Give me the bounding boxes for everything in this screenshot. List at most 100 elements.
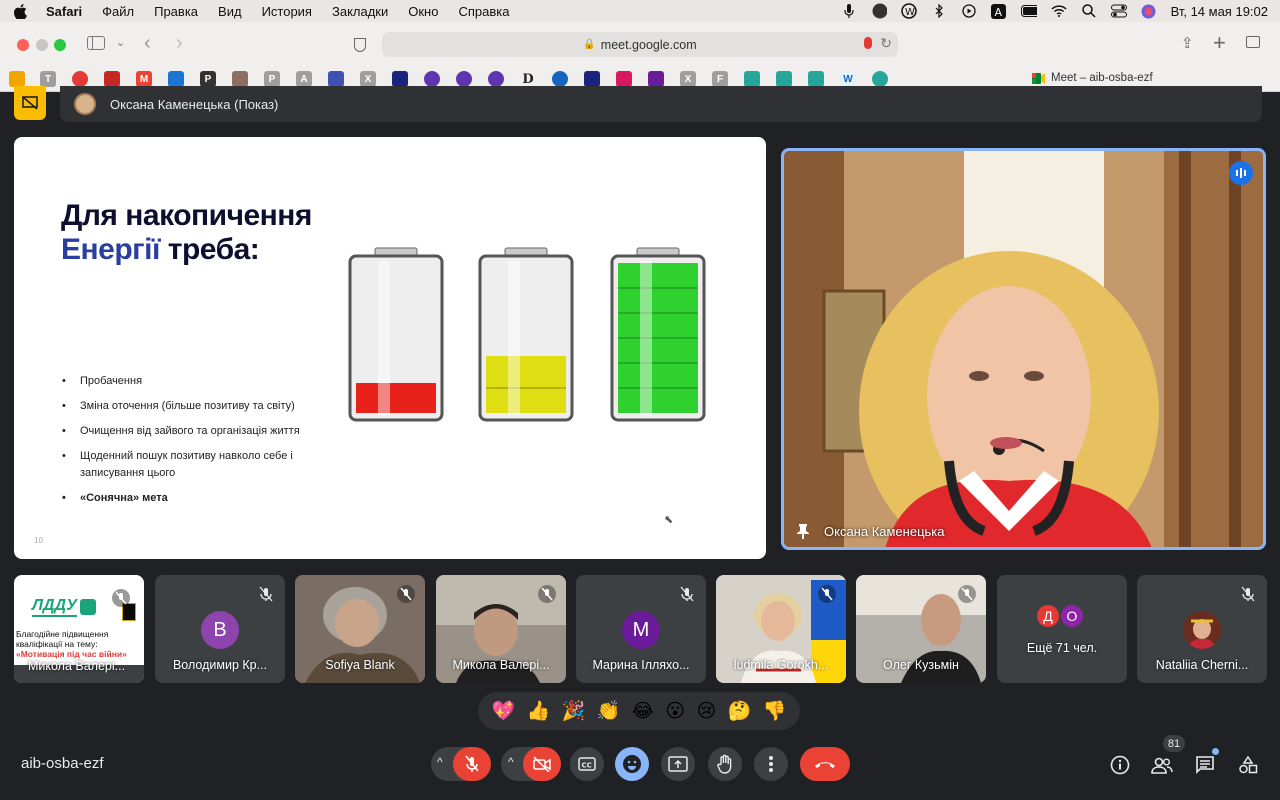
zoom-window-button[interactable]	[54, 39, 66, 51]
bookmark-icon[interactable]	[424, 71, 440, 87]
mic-toggle-button[interactable]	[453, 747, 491, 781]
datetime[interactable]: Вт, 14 мая 19:02	[1171, 4, 1268, 19]
participant-tile[interactable]: Nataliia Cherni...	[1137, 575, 1267, 683]
pin-icon[interactable]	[796, 523, 810, 539]
new-tab-icon[interactable]: +	[1213, 30, 1226, 56]
participant-tile[interactable]: М Марина Ілляхо...	[576, 575, 706, 683]
bookmark-icon[interactable]: D	[520, 71, 536, 87]
bookmark-icon[interactable]	[808, 71, 824, 87]
battery-icon[interactable]	[1020, 4, 1037, 18]
bluetooth-icon[interactable]	[931, 4, 947, 18]
bookmark-icon[interactable]: X	[360, 71, 376, 87]
sad-reaction-button[interactable]: 😢	[696, 700, 716, 723]
instagram-bookmark-icon[interactable]	[616, 71, 632, 87]
presentation-icon[interactable]	[14, 86, 46, 120]
chat-button[interactable]	[1192, 748, 1219, 778]
laughing-reaction-button[interactable]: 😂	[632, 700, 654, 723]
play-circle-icon[interactable]	[961, 4, 977, 18]
people-button[interactable]	[1149, 752, 1175, 778]
menu-window[interactable]: Окно	[408, 4, 438, 19]
sparkling-heart-reaction-button[interactable]: 💖	[492, 699, 516, 723]
control-center-icon[interactable]	[1110, 4, 1127, 18]
notification-badge-icon[interactable]	[871, 3, 887, 19]
reactions-button[interactable]	[615, 747, 649, 781]
more-participants-tile[interactable]: Д О Ещё 71 чел.	[997, 575, 1127, 683]
privacy-shield-icon[interactable]	[354, 38, 366, 52]
bookmark-icon[interactable]	[9, 71, 25, 87]
raise-hand-button[interactable]	[708, 747, 742, 781]
bookmark-icon[interactable]: P	[264, 71, 280, 87]
bookmark-icon[interactable]: F	[712, 71, 728, 87]
camera-toggle-button[interactable]	[523, 747, 561, 781]
forward-icon[interactable]: ›	[176, 32, 183, 55]
siri-icon[interactable]	[1141, 4, 1157, 18]
tab-meet[interactable]: Meet – aib-osba-ezf	[1032, 72, 1153, 84]
search-icon[interactable]	[1081, 4, 1097, 18]
participant-tile[interactable]: ludmila Gorokh...	[716, 575, 846, 683]
bookmark-icon[interactable]	[488, 71, 504, 87]
bookmark-icon[interactable]	[648, 71, 664, 87]
bookmark-icon[interactable]	[328, 71, 344, 87]
bookmark-icon[interactable]	[872, 71, 888, 87]
menu-file[interactable]: Файл	[102, 4, 134, 19]
participant-tile[interactable]: Микола Валері...	[436, 575, 566, 683]
meeting-details-button[interactable]	[1107, 752, 1133, 778]
participant-tile[interactable]: Sofiya Blank	[295, 575, 425, 683]
gmail-bookmark-icon[interactable]: M	[136, 71, 152, 87]
menu-view[interactable]: Вид	[218, 4, 242, 19]
camera-options-chevron-icon[interactable]: ^	[508, 755, 514, 769]
bookmark-icon[interactable]	[104, 71, 120, 87]
bookmark-icon[interactable]	[72, 71, 88, 87]
sidebar-toggle-icon[interactable]	[87, 36, 105, 50]
speaker-video-tile[interactable]: Оксана Каменецька	[781, 148, 1266, 550]
menu-help[interactable]: Справка	[458, 4, 509, 19]
minimize-window-button[interactable]	[36, 39, 48, 51]
close-window-button[interactable]	[17, 39, 29, 51]
present-screen-button[interactable]	[661, 747, 695, 781]
menu-app-name[interactable]: Safari	[46, 4, 82, 19]
reload-icon[interactable]: ↻	[880, 35, 892, 52]
bookmark-icon[interactable]: X	[680, 71, 696, 87]
bookmark-icon[interactable]: W	[840, 71, 856, 87]
menu-edit[interactable]: Правка	[154, 4, 198, 19]
surprised-reaction-button[interactable]: 😮	[665, 700, 685, 723]
wordpress-icon[interactable]: W	[900, 3, 917, 19]
recording-mic-icon[interactable]	[864, 37, 872, 49]
bookmark-icon[interactable]: A	[296, 71, 312, 87]
bookmark-icon[interactable]	[744, 71, 760, 87]
captions-button[interactable]: CC	[570, 747, 604, 781]
thinking-reaction-button[interactable]: 🤔	[728, 699, 752, 723]
menu-bookmarks[interactable]: Закладки	[332, 4, 388, 19]
mic-options-chevron-icon[interactable]: ^	[437, 755, 443, 769]
bookmark-icon[interactable]: T	[40, 71, 56, 87]
wifi-icon[interactable]	[1051, 4, 1067, 18]
clapping-reaction-button[interactable]: 👏	[597, 699, 621, 723]
info-icon	[1110, 755, 1130, 775]
apple-menu-icon[interactable]	[14, 3, 32, 19]
party-popper-reaction-button[interactable]: 🎉	[562, 699, 586, 723]
keyboard-layout-icon[interactable]: A	[991, 3, 1007, 19]
bookmark-icon[interactable]	[392, 71, 408, 87]
leave-call-button[interactable]	[800, 747, 850, 781]
back-icon[interactable]: ‹	[144, 32, 151, 55]
bookmark-icon[interactable]	[776, 71, 792, 87]
bookmark-icon[interactable]	[456, 71, 472, 87]
address-bar[interactable]: 🔒 meet.google.com ↻	[382, 32, 898, 57]
participant-tile[interactable]: ЛДДУ Благодійне підвищення кваліфікації …	[14, 575, 144, 683]
share-icon[interactable]: ⇪	[1181, 34, 1194, 52]
bookmark-icon[interactable]	[584, 71, 600, 87]
activities-button[interactable]	[1235, 752, 1261, 778]
tab-overview-icon[interactable]	[1246, 36, 1260, 48]
chevron-down-icon[interactable]: ⌄	[116, 36, 125, 49]
bookmark-icon[interactable]	[232, 71, 248, 87]
menu-history[interactable]: История	[262, 4, 312, 19]
participant-tile[interactable]: Олег Кузьмін	[856, 575, 986, 683]
thumbs-up-reaction-button[interactable]: 👍	[527, 699, 551, 723]
bookmark-icon[interactable]	[168, 71, 184, 87]
bookmark-icon[interactable]: P	[200, 71, 216, 87]
bookmark-icon[interactable]	[552, 71, 568, 87]
more-options-button[interactable]	[754, 747, 788, 781]
thumbs-down-reaction-button[interactable]: 👎	[763, 699, 787, 723]
participant-tile[interactable]: В Володимир Кр...	[155, 575, 285, 683]
microphone-icon[interactable]	[841, 4, 857, 18]
